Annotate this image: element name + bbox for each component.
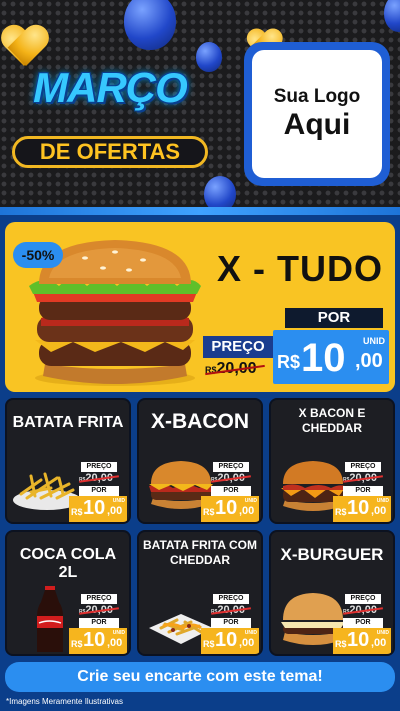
product-name: BATATA FRITA COM CHEDDAR bbox=[143, 538, 257, 567]
balloon-icon bbox=[124, 0, 176, 50]
featured-price-tag: POR PREÇO R$20,00 R$ 10 ,00 UNID bbox=[201, 306, 391, 386]
new-price-decimal: ,00 bbox=[107, 505, 123, 517]
product-name: X-BURGUER bbox=[280, 545, 384, 564]
new-price-decimal: ,00 bbox=[239, 637, 255, 649]
new-price-integer: 10 bbox=[347, 497, 370, 519]
balloon-icon bbox=[204, 176, 236, 212]
unit-label: UNID bbox=[112, 630, 125, 636]
new-price-integer: 10 bbox=[215, 629, 238, 651]
campaign-subtitle: DE OFERTAS bbox=[12, 136, 208, 168]
price-tag: PREÇO R$20,00 POR R$10,00UNID bbox=[69, 594, 127, 654]
product-card: X BACON E CHEDDAR PREÇO R$20,00 POR R$10… bbox=[269, 398, 395, 524]
new-price-decimal: ,00 bbox=[371, 637, 387, 649]
new-price-currency: R$ bbox=[71, 639, 83, 649]
product-card: X-BACON PREÇO R$20,00 POR R$10,00UNID bbox=[137, 398, 263, 524]
header-banner: MARÇO DE OFERTAS Sua Logo Aqui bbox=[0, 0, 400, 215]
new-price: R$ 10,00 UNID bbox=[201, 496, 259, 522]
unit-label: UNID bbox=[112, 498, 125, 504]
unit-label: UNID bbox=[363, 336, 385, 346]
new-price: R$ 10,00 UNID bbox=[333, 496, 391, 522]
preco-label: PREÇO bbox=[81, 594, 117, 604]
new-price-integer: 10 bbox=[83, 629, 106, 651]
old-price: R$20,00 bbox=[343, 472, 385, 484]
price-tag: PREÇO R$20,00 POR R$10,00UNID bbox=[333, 594, 391, 654]
product-name: X BACON E CHEDDAR bbox=[298, 406, 366, 435]
new-price-integer: 10 bbox=[347, 629, 370, 651]
new-price: R$ 10,00 UNID bbox=[333, 628, 391, 654]
new-price-currency: R$ bbox=[335, 507, 347, 517]
product-name: BATATA FRITA bbox=[12, 414, 124, 431]
new-price-integer: 10 bbox=[83, 497, 106, 519]
new-price-currency: R$ bbox=[203, 639, 215, 649]
balloon-icon bbox=[384, 0, 400, 32]
new-price: R$ 10,00 UNID bbox=[201, 628, 259, 654]
new-price-decimal: ,00 bbox=[355, 350, 383, 372]
price-tag: PREÇO R$20,00 POR R$10,00UNID bbox=[333, 462, 391, 522]
new-price: R$ 10,00 UNID bbox=[69, 628, 127, 654]
new-price-currency: R$ bbox=[71, 507, 83, 517]
new-price-integer: 10 bbox=[215, 497, 238, 519]
preco-label: PREÇO bbox=[213, 462, 249, 472]
logo-text-line1: Sua Logo bbox=[273, 86, 361, 107]
product-card: BATATA FRITA PREÇO R$20,00 POR R$10,00UN… bbox=[5, 398, 131, 524]
price-tag: PREÇO R$20,00 POR R$10,00UNID bbox=[201, 594, 259, 654]
product-card: COCA COLA 2L PREÇO R$20,00 POR R$10,00UN… bbox=[5, 530, 131, 656]
old-price: R$20,00 bbox=[79, 604, 121, 616]
product-card: BATATA FRITA COM CHEDDAR PREÇO R$20,00 P… bbox=[137, 530, 263, 656]
old-price: R$20,00 bbox=[79, 472, 121, 484]
disclaimer-text: *Imagens Meramente Ilustrativas bbox=[6, 697, 123, 706]
unit-label: UNID bbox=[244, 630, 257, 636]
new-price: R$ 10 ,00 UNID bbox=[273, 330, 389, 384]
por-label: POR bbox=[285, 308, 383, 328]
discount-badge: -50% bbox=[13, 242, 63, 268]
campaign-title: MARÇO bbox=[33, 64, 188, 111]
new-price: R$ 10,00 UNID bbox=[69, 496, 127, 522]
logo-text-line2: Aqui bbox=[283, 108, 351, 141]
new-price-decimal: ,00 bbox=[239, 505, 255, 517]
old-price: R$20,00 bbox=[211, 604, 253, 616]
cta-banner[interactable]: Crie seu encarte com este tema! bbox=[5, 662, 395, 692]
por-label: POR bbox=[79, 618, 119, 628]
new-price-currency: R$ bbox=[277, 352, 301, 372]
por-label: POR bbox=[343, 618, 383, 628]
price-tag: PREÇO R$20,00 POR R$10,00UNID bbox=[201, 462, 259, 522]
unit-label: UNID bbox=[244, 498, 257, 504]
new-price-currency: R$ bbox=[203, 507, 215, 517]
featured-product-name: X - TUDO bbox=[217, 248, 383, 289]
preco-label: PREÇO bbox=[345, 462, 381, 472]
new-price-decimal: ,00 bbox=[107, 637, 123, 649]
price-tag: PREÇO R$20,00 POR R$10,00UNID bbox=[69, 462, 127, 522]
por-label: POR bbox=[211, 486, 251, 496]
product-name: COCA COLA 2L bbox=[19, 546, 117, 581]
logo-placeholder: Sua Logo Aqui bbox=[244, 42, 390, 186]
old-price: R$20,00 bbox=[205, 360, 271, 378]
unit-label: UNID bbox=[376, 630, 389, 636]
por-label: POR bbox=[211, 618, 251, 628]
por-label: POR bbox=[79, 486, 119, 496]
preco-label: PREÇO bbox=[213, 594, 249, 604]
product-card: X-BURGUER PREÇO R$20,00 POR R$10,00UNID bbox=[269, 530, 395, 656]
product-name: X-BACON bbox=[151, 410, 249, 433]
old-price: R$20,00 bbox=[211, 472, 253, 484]
unit-label: UNID bbox=[376, 498, 389, 504]
preco-label: PREÇO bbox=[81, 462, 117, 472]
new-price-integer: 10 bbox=[301, 336, 346, 380]
old-price: R$20,00 bbox=[343, 604, 385, 616]
preco-label: PREÇO bbox=[345, 594, 381, 604]
featured-product-card: -50% X - TUDO POR PREÇO R$20,00 R$ 10 ,0… bbox=[5, 222, 395, 392]
preco-label: PREÇO bbox=[203, 336, 273, 358]
new-price-currency: R$ bbox=[335, 639, 347, 649]
new-price-decimal: ,00 bbox=[371, 505, 387, 517]
por-label: POR bbox=[343, 486, 383, 496]
